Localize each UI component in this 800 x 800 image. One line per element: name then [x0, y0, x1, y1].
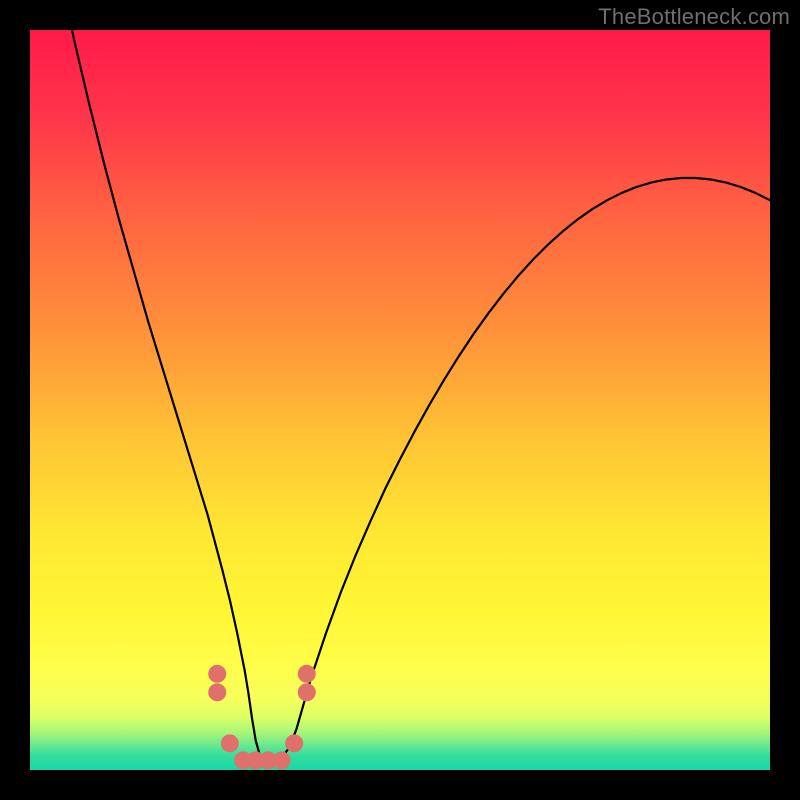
bottleneck-curve: [30, 30, 770, 763]
data-point: [208, 665, 226, 683]
plot-area: [30, 30, 770, 770]
data-point: [285, 734, 303, 752]
data-point: [208, 683, 226, 701]
data-point: [298, 665, 316, 683]
data-point: [298, 683, 316, 701]
chart-frame: TheBottleneck.com: [0, 0, 800, 800]
data-point: [221, 734, 239, 752]
watermark-text: TheBottleneck.com: [598, 4, 790, 30]
data-point: [273, 751, 291, 769]
curve-layer: [30, 30, 770, 770]
